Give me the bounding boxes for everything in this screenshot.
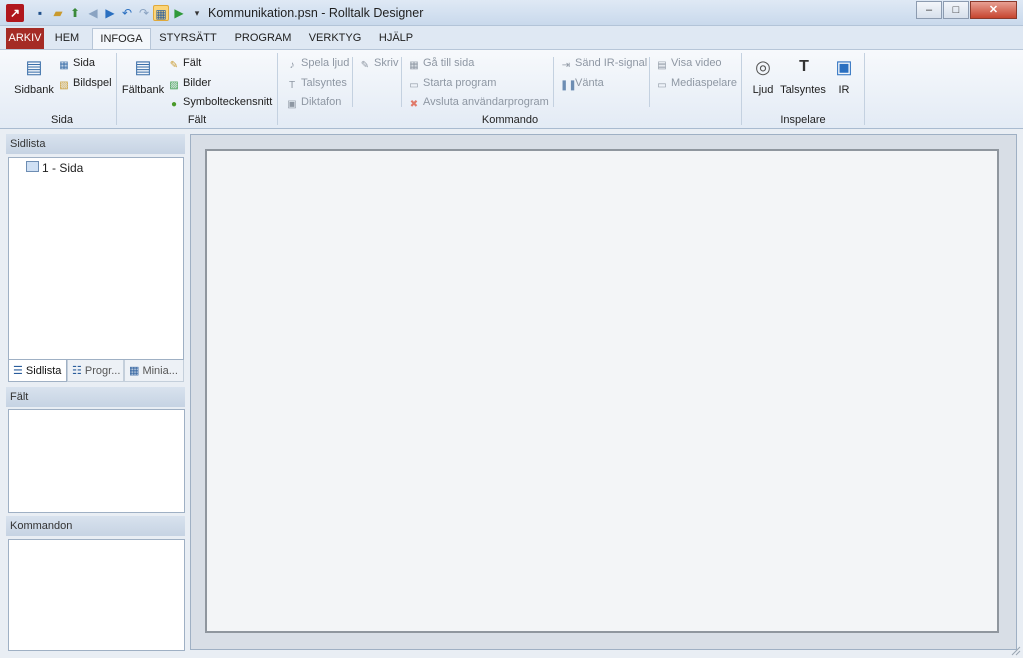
sidbank-button[interactable]: Sidbank — [12, 84, 56, 96]
diktafon-button[interactable]: ▣ Diktafon — [286, 96, 341, 111]
record-tts-icon: T — [799, 58, 809, 75]
command-list[interactable] — [8, 539, 185, 651]
skriv-button[interactable]: ✎ Skriv — [359, 57, 399, 72]
minimize-button[interactable]: – — [916, 1, 942, 19]
falt-panel-title: Fält — [6, 387, 185, 407]
group-label-sida: Sida — [50, 114, 74, 126]
tab-sidlista[interactable]: ☰ Sidlista — [8, 360, 67, 382]
video-icon: ▤ — [657, 60, 667, 71]
group-separator — [864, 53, 865, 125]
record-ir-icon: ▣ — [835, 57, 853, 77]
thumbnail-grid-icon: ▦ — [129, 365, 143, 377]
dictaphone-icon: ▣ — [287, 99, 297, 110]
tab-miniatyrer[interactable]: ▦ Minia... — [124, 360, 184, 382]
program-tree-icon: ☷ — [72, 365, 85, 377]
wait-icon: ❚❚ — [560, 80, 577, 91]
app-logo-icon[interactable]: ↗ — [6, 4, 24, 22]
design-mode-icon[interactable]: ▦ — [153, 5, 169, 21]
talsyntes-command-button[interactable]: T Talsyntes — [286, 77, 347, 92]
tab-arkiv[interactable]: ARKIV — [6, 28, 44, 49]
spela-ljud-button[interactable]: ♪ Spela ljud — [286, 57, 350, 72]
page-list-tree[interactable] — [8, 157, 184, 360]
tab-program-list[interactable]: ☷ Progr... — [67, 360, 124, 382]
exit-program-icon: ✖ — [409, 99, 419, 110]
symbol-font-icon: ● — [170, 99, 178, 110]
bildspel-button[interactable]: ▧ Bildspel — [58, 77, 111, 92]
ga-till-sida-button[interactable]: ▦ Gå till sida — [408, 57, 474, 72]
group-separator — [116, 53, 117, 125]
column-separator — [352, 57, 353, 107]
save-icon[interactable]: ▪ — [32, 5, 48, 21]
tab-hjalp[interactable]: HJÄLP — [369, 28, 423, 49]
undo-icon[interactable]: ↶ — [119, 5, 135, 21]
mediaspelare-button[interactable]: ▭ Mediaspelare — [656, 77, 737, 92]
field-icon: ✎ — [169, 60, 179, 71]
customize-dropdown-icon[interactable]: ▾ — [189, 5, 205, 21]
media-player-icon: ▭ — [657, 80, 667, 91]
forward-icon[interactable]: ▶ — [102, 5, 118, 21]
start-program-icon: ▭ — [409, 80, 419, 91]
page-canvas[interactable] — [205, 149, 999, 633]
goto-page-icon: ▦ — [409, 60, 419, 71]
ir-record-button[interactable]: IR — [830, 84, 858, 96]
symbolteckensnitt-button[interactable]: ● Symbolteckensnitt — [168, 96, 272, 111]
falt-button[interactable]: ✎ Fält — [168, 57, 202, 72]
group-label-falt: Fält — [187, 114, 207, 126]
field-list[interactable] — [8, 409, 185, 513]
faltbank-button[interactable]: Fältbank — [120, 84, 166, 96]
redo-icon[interactable]: ↷ — [136, 5, 152, 21]
column-separator — [553, 57, 554, 107]
send-ir-icon: ⇥ — [561, 60, 571, 71]
visa-video-button[interactable]: ▤ Visa video — [656, 57, 721, 72]
starta-program-button[interactable]: ▭ Starta program — [408, 77, 496, 92]
tree-item-page-1[interactable]: 1 - Sida — [26, 161, 83, 175]
tab-hem[interactable]: HEM — [46, 28, 88, 49]
column-separator — [401, 57, 402, 107]
kommandon-panel-title: Kommandon — [6, 516, 185, 536]
tab-styrsatt[interactable]: STYRSÄTT — [153, 28, 223, 49]
back-icon[interactable]: ◀ — [85, 5, 101, 21]
tab-verktyg[interactable]: VERKTYG — [303, 28, 367, 49]
talsyntes-record-button[interactable]: Talsyntes — [778, 84, 828, 96]
export-icon[interactable]: ⬆ — [67, 5, 83, 21]
bilder-button[interactable]: ▨ Bilder — [168, 77, 211, 92]
sidlista-panel-title: Sidlista — [6, 134, 185, 154]
resize-grip-icon[interactable] — [1011, 646, 1021, 656]
play-icon[interactable]: ▶ — [171, 5, 187, 21]
tab-program[interactable]: PROGRAM — [226, 28, 300, 49]
record-sound-icon: ◎ — [755, 57, 771, 77]
images-icon: ▨ — [169, 80, 179, 91]
page-icon: ▦ — [59, 60, 69, 71]
close-button[interactable]: ✕ — [970, 1, 1017, 19]
sand-ir-signal-button[interactable]: ⇥ Sänd IR-signal — [560, 57, 647, 72]
play-sound-icon: ♪ — [289, 60, 295, 71]
page-bank-icon: ▤ — [25, 57, 43, 77]
avsluta-anvandarprogram-button[interactable]: ✖ Avsluta användarprogram — [408, 96, 549, 111]
open-folder-icon[interactable]: ▰ — [50, 5, 66, 21]
slideshow-icon: ▧ — [59, 80, 69, 91]
column-separator — [649, 57, 650, 107]
group-separator — [277, 53, 278, 125]
ljud-record-button[interactable]: Ljud — [746, 84, 780, 96]
write-icon: ✎ — [360, 60, 370, 71]
window-title: Kommunikation.psn - Rolltalk Designer — [208, 6, 424, 20]
sida-button[interactable]: ▦ Sida — [58, 57, 95, 72]
list-icon: ☰ — [13, 365, 26, 377]
group-label-inspelare: Inspelare — [780, 114, 826, 126]
maximize-button[interactable]: □ — [943, 1, 969, 19]
field-bank-icon: ▤ — [134, 57, 152, 77]
speech-synthesis-icon: T — [288, 80, 296, 91]
page-icon — [26, 161, 39, 172]
tab-infoga[interactable]: INFOGA — [92, 28, 151, 50]
vanta-button[interactable]: ❚❚Vänta — [560, 77, 604, 92]
group-label-kommando: Kommando — [481, 114, 539, 126]
